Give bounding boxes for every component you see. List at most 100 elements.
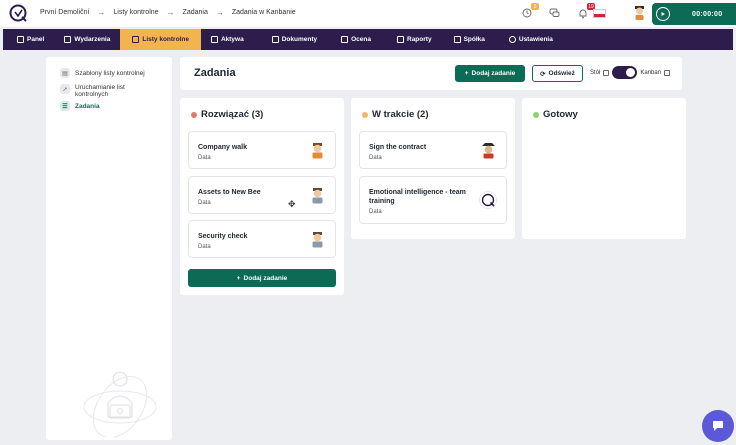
status-dot-icon [362,111,368,118]
task-title: Sign the contract [369,144,427,151]
chat-icon[interactable] [547,6,561,20]
notification-badge: 3 [531,3,539,10]
assignee-avatar[interactable] [310,187,325,204]
nav-label: Listy kontrolne [142,36,189,43]
nav-label: Raporty [407,36,432,43]
task-title: Security check [198,233,248,240]
tools-icon [210,36,218,43]
move-cursor-icon: ✥ [288,199,296,209]
nav-spolka[interactable]: Spółka [448,29,491,50]
column-title: Rozwiązać (3) [191,109,263,120]
nav-label: Ocena [351,36,371,43]
calendar-icon [64,36,72,43]
plus-icon: + [236,274,241,282]
clipboard-icon: ▤ [60,68,70,78]
team-logo-icon[interactable] [479,191,497,209]
sidebar-item-running[interactable]: ➚ Uruchamianie list kontrolnych [60,84,147,98]
column-title: W trakcie (2) [362,109,429,120]
breadcrumb: První Demoliční → Listy kontrolne → Zada… [40,8,296,17]
nav-label: Wydarzenia [74,36,111,43]
refresh-icon: ⟳ [540,70,546,78]
arrow-right-icon: → [166,8,175,17]
clock-icon[interactable]: 3 [520,3,539,20]
nav-panel[interactable]: Panel [11,29,50,50]
task-title: Emotional intelligence - team training [369,189,466,205]
nav-listy-kontrolne[interactable]: Listy kontrolne [120,29,201,50]
assignee-avatar[interactable] [310,142,325,159]
rocket-icon: ➚ [60,84,70,94]
kanban-column-done: Gotowy [522,98,686,239]
nav-label: Spółka [463,36,485,43]
task-date: Data [198,155,211,161]
checklist-icon [132,36,140,43]
chart-icon [397,36,404,43]
arrow-right-icon: → [97,8,106,17]
task-card[interactable]: Emotional intelligence - team training D… [359,176,507,224]
sidebar-item-label: Szablony listy kontrolnej [75,70,145,77]
app-logo[interactable] [8,3,28,23]
nav-label: Dokumenty [281,36,318,43]
time-tracker[interactable]: 00:00:00 [652,3,736,25]
add-task-column-button[interactable]: + Dodaj zadanie [188,269,336,287]
main-nav: Panel Wydarzenia Listy kontrolne Aktywa … [3,29,733,50]
status-dot-icon [191,111,197,118]
button-label: Dodaj zadanie [471,70,516,77]
chat-bubble-icon [713,421,723,431]
button-label: Dodaj zadanie [243,274,288,282]
play-icon[interactable] [656,7,670,21]
column-title: Gotowy [533,109,578,120]
add-task-button[interactable]: + Dodaj zadanie [455,65,525,82]
nav-ocena[interactable]: Ocena [335,29,377,50]
task-date: Data [369,209,382,215]
view-table-label[interactable]: Stół [590,70,600,76]
column-title-text: W trakcie (2) [372,109,429,120]
bell-icon[interactable]: 19 [576,3,595,20]
column-title-text: Gotowy [543,109,578,120]
sidebar-item-tasks[interactable]: ☰ Zadania [60,101,100,111]
assignee-avatar[interactable] [310,231,325,248]
breadcrumb-item[interactable]: Zadania [183,9,208,16]
task-card[interactable]: Security check Data [188,220,336,258]
refresh-button[interactable]: ⟳ Odśwież [532,65,583,82]
chat-widget-button[interactable] [702,410,734,442]
nav-label: Panel [27,36,45,43]
target-icon [341,36,349,43]
table-icon [603,69,610,76]
nav-ustawienia[interactable]: Ustawienia [503,29,559,50]
grid-icon [17,36,24,43]
nav-dokumenty[interactable]: Dokumenty [266,29,323,50]
nav-wydarzenia[interactable]: Wydarzenia [58,29,116,50]
nav-label: Ustawienia [518,36,553,43]
breadcrumb-item[interactable]: První Demoliční [40,9,89,16]
toggle-knob [626,68,636,77]
top-bar: První Demoliční → Listy kontrolne → Zada… [0,0,736,27]
task-card[interactable]: Company walk Data [188,131,336,169]
task-date: Data [369,155,382,161]
user-avatar[interactable] [633,5,646,21]
assignee-avatar[interactable] [481,142,496,159]
task-card[interactable]: Sign the contract Data [359,131,507,169]
nav-aktywa[interactable]: Aktywa [205,29,250,50]
arrow-right-icon: → [215,8,224,17]
language-flag-icon[interactable] [593,9,606,18]
view-toggle[interactable] [612,66,638,79]
task-date: Data [198,244,211,250]
task-card[interactable]: Assets to New Bee Data ✥ [188,176,336,214]
kanban-column-in-progress: W trakcie (2) Sign the contract Data Emo… [351,98,515,239]
task-title: Assets to New Bee [198,189,261,196]
breadcrumb-item: Zadania w Kanbanie [231,9,296,16]
nav-label: Aktywa [220,36,244,43]
task-title: Company walk [198,144,248,151]
status-dot-icon [533,111,539,118]
page-header: Zadania + Dodaj zadanie ⟳ Odśwież Stół K… [180,57,682,90]
sidebar: ▤ Szablony listy kontrolnej ➚ Uruchamian… [46,57,172,440]
building-icon [453,36,461,43]
view-kanban-label[interactable]: Kanban [640,70,661,76]
breadcrumb-item[interactable]: Listy kontrolne [113,9,158,16]
nav-raporty[interactable]: Raporty [391,29,438,50]
kanban-column-todo: Rozwiązać (3) Company walk Data Assets t… [180,98,344,295]
kanban-icon [664,69,671,76]
folder-icon [271,36,279,43]
sidebar-item-templates[interactable]: ▤ Szablony listy kontrolnej [60,68,145,78]
gear-icon [508,36,516,43]
